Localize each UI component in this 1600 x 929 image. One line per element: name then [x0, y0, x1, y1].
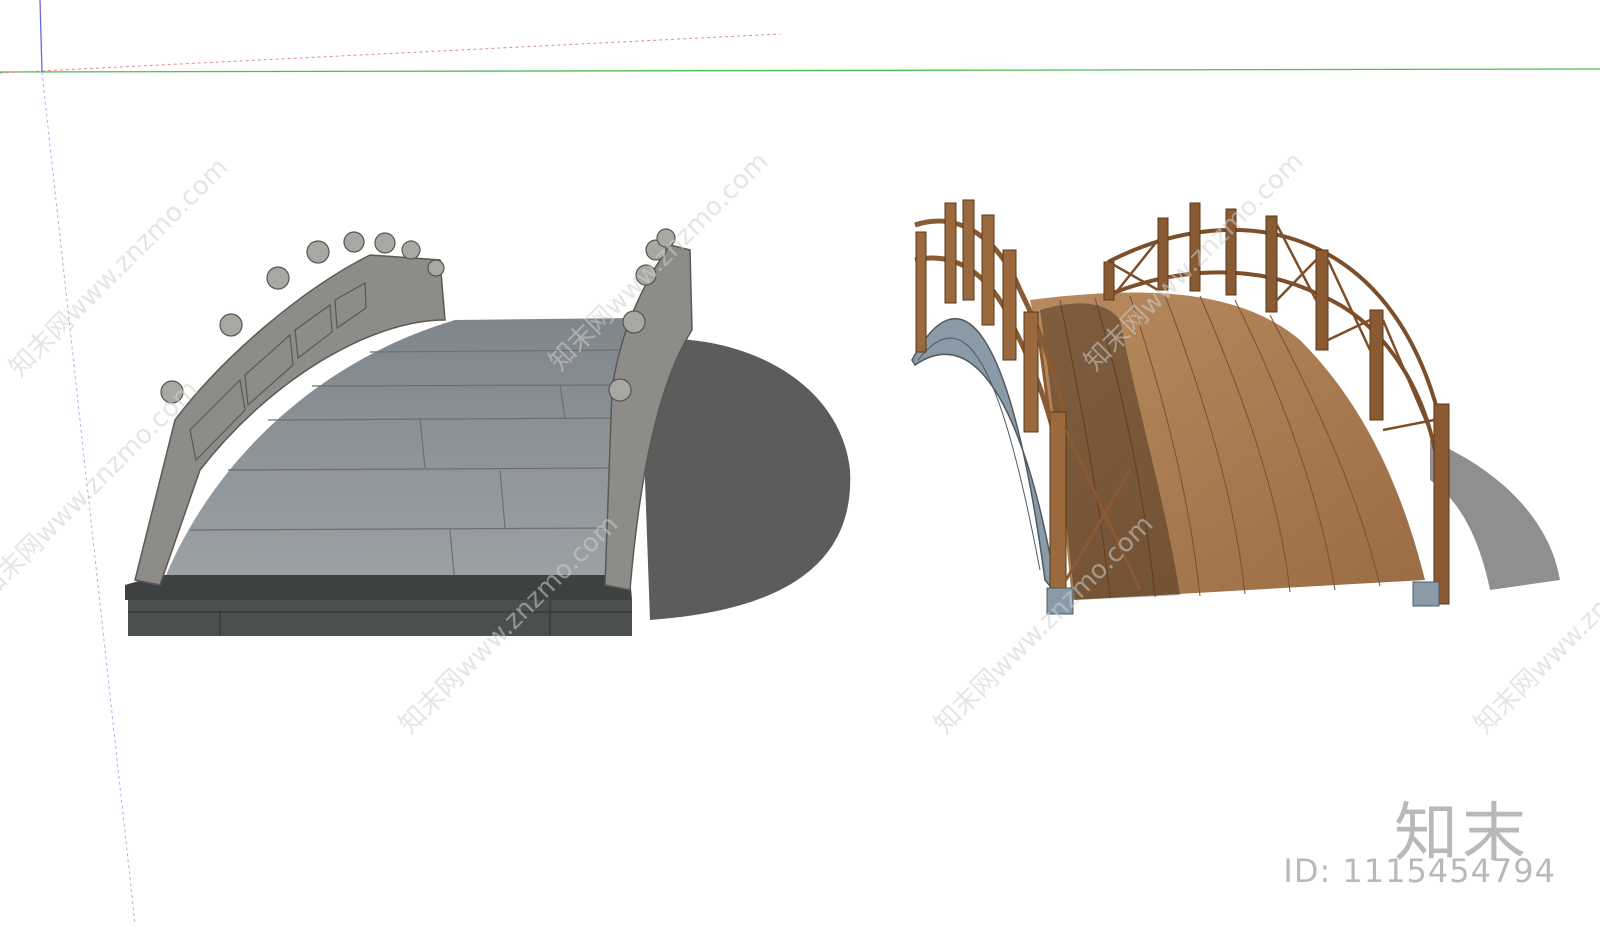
sketchup-viewport[interactable]: 知末网www.znzmo.com 知末网www.znzmo.com 知末网www…	[0, 0, 1600, 925]
stone-base	[128, 600, 632, 636]
blue-axis-line	[39, 0, 43, 73]
steel-plinth-right	[1412, 581, 1440, 607]
red-axis-line	[0, 33, 781, 74]
image-id-label: ID: 1115454794	[1283, 852, 1556, 890]
wooden-bridge[interactable]	[911, 199, 1560, 615]
scene-canvas: 知末网www.znzmo.com 知末网www.znzmo.com 知末网www…	[0, 0, 1600, 925]
steel-arch-inner	[917, 337, 1041, 571]
stone-bridge[interactable]	[125, 228, 851, 636]
stone-bridge-shadow	[640, 338, 851, 620]
watermark-text: 知末网www.znzmo.com	[4, 152, 235, 383]
green-axis-line	[0, 68, 1600, 73]
